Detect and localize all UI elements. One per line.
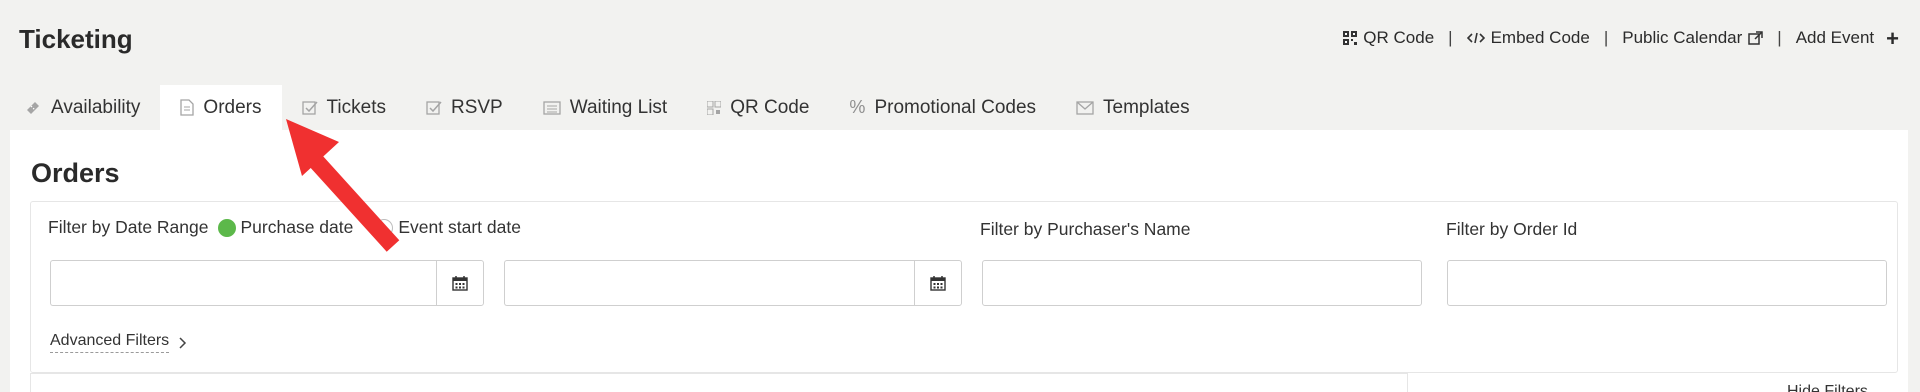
end-date-input[interactable]	[504, 260, 914, 306]
tab-bar: Availability Orders Tickets RSVP Waiting…	[0, 85, 1210, 130]
tab-qr-code[interactable]: QR Code	[687, 85, 829, 130]
purchase-date-label[interactable]: Purchase date	[241, 217, 354, 238]
header: Ticketing QR Code | Embed Code | Public …	[0, 0, 1920, 80]
advanced-filters-toggle[interactable]: Advanced Filters	[50, 332, 187, 353]
percent-icon: %	[849, 97, 866, 117]
qr-code-link[interactable]: QR Code	[1343, 28, 1434, 48]
orders-panel: Orders Filter by Date Range Purchase dat…	[10, 130, 1908, 392]
separator: |	[1777, 28, 1782, 47]
calendar-icon	[452, 276, 468, 291]
envelope-icon	[1076, 100, 1094, 115]
tab-templates[interactable]: Templates	[1056, 85, 1210, 130]
plus-icon: +	[1886, 25, 1899, 51]
separator: |	[1603, 28, 1609, 47]
add-event-link[interactable]: Add Event +	[1796, 25, 1899, 51]
chevron-right-icon	[179, 336, 187, 349]
qr-icon	[1343, 31, 1358, 45]
tab-availability[interactable]: Availability	[0, 85, 160, 130]
date-range-label: Filter by Date Range	[48, 217, 209, 237]
purchase-date-radio[interactable]	[217, 218, 236, 237]
checkbox-icon	[301, 100, 318, 115]
external-link-icon	[1748, 30, 1764, 45]
code-icon	[1466, 32, 1485, 44]
page-title: Ticketing	[19, 24, 133, 54]
checkbox-icon	[426, 100, 442, 115]
order-id-input[interactable]	[1447, 260, 1887, 306]
tab-rsvp[interactable]: RSVP	[406, 85, 523, 130]
tab-orders[interactable]: Orders	[160, 85, 282, 130]
embed-code-link[interactable]: Embed Code	[1466, 28, 1590, 48]
event-start-date-label[interactable]: Event start date	[398, 217, 521, 238]
hide-filters-button[interactable]: Hide Filters	[1787, 383, 1868, 392]
tab-tickets[interactable]: Tickets	[282, 85, 406, 130]
section-title: Orders	[31, 158, 120, 188]
purchaser-name-label: Filter by Purchaser's Name	[980, 219, 1191, 239]
date-range-filter: Filter by Date Range Purchase date Event…	[48, 217, 543, 238]
document-icon	[180, 99, 195, 116]
order-id-label: Filter by Order Id	[1446, 219, 1578, 239]
public-calendar-link[interactable]: Public Calendar	[1622, 28, 1764, 48]
start-date-picker	[50, 260, 484, 306]
header-links: QR Code | Embed Code | Public Calendar |…	[1343, 25, 1899, 51]
tab-promotional-codes[interactable]: % Promotional Codes	[829, 85, 1056, 130]
separator: |	[1448, 28, 1453, 47]
start-date-calendar-button[interactable]	[436, 260, 484, 306]
calendar-icon	[930, 276, 946, 291]
advanced-filters-label: Advanced Filters	[50, 332, 170, 353]
tab-waiting-list[interactable]: Waiting List	[523, 85, 688, 130]
list-icon	[543, 100, 561, 115]
start-date-input[interactable]	[50, 260, 436, 306]
results-panel	[30, 373, 1408, 392]
event-start-date-radio[interactable]	[375, 218, 394, 237]
qr-icon	[707, 100, 722, 115]
purchaser-name-input[interactable]	[982, 260, 1422, 306]
end-date-calendar-button[interactable]	[914, 260, 962, 306]
ticket-icon	[24, 100, 42, 116]
end-date-picker	[504, 260, 962, 306]
